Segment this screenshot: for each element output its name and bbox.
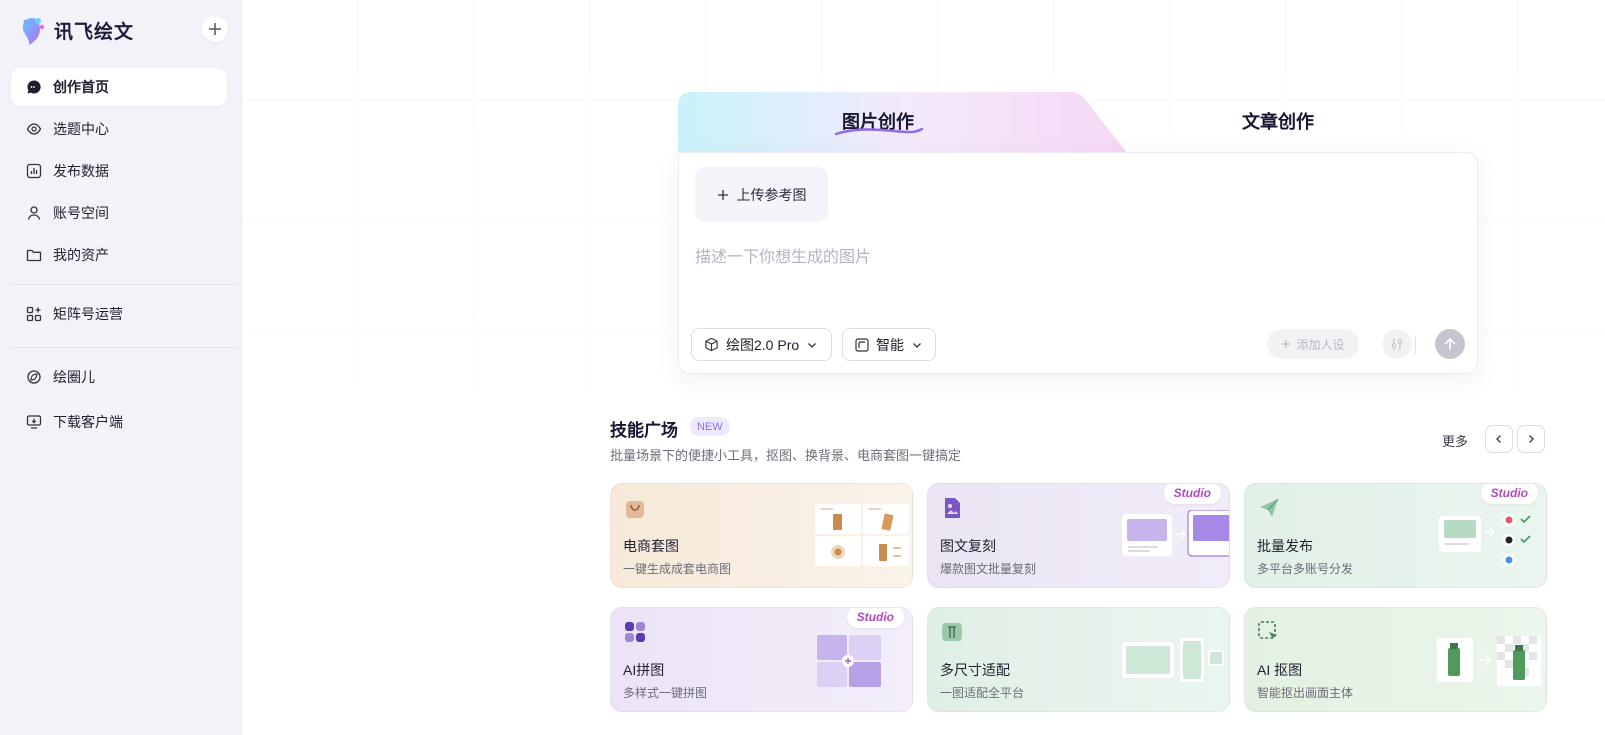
skill-name: AI 抠图 xyxy=(1257,662,1303,678)
ratio-label: 智能 xyxy=(876,336,904,353)
prompt-input[interactable]: 描述一下你想生成的图片 xyxy=(695,243,871,267)
folder-icon xyxy=(26,247,42,263)
chat-bubble-icon xyxy=(26,79,42,95)
skill-name: 批量发布 xyxy=(1257,538,1313,554)
skill-card-collage[interactable]: AI拼图 多样式一键拼图 Studio xyxy=(610,607,913,712)
skill-name: AI拼图 xyxy=(623,662,665,678)
model-label: 绘图2.0 Pro xyxy=(726,336,800,353)
ratio-select[interactable]: 智能 xyxy=(842,328,936,361)
sidebar-item-circle[interactable]: 绘圈儿 xyxy=(11,358,227,396)
sidebar-item-topics[interactable]: 选题中心 xyxy=(11,110,227,148)
skill-card-cutout[interactable]: AI 抠图 智能抠出画面主体 xyxy=(1244,607,1547,712)
sidebar-item-label: 绘圈儿 xyxy=(53,369,95,385)
sidebar-item-matrix[interactable]: 矩阵号运营 xyxy=(11,295,227,333)
bar-chart-icon xyxy=(26,163,42,179)
leaf-circle-icon xyxy=(26,369,42,385)
studio-badge: Studio xyxy=(846,608,904,628)
sidebar-item-home[interactable]: 创作首页 xyxy=(11,68,227,106)
skill-desc: 一图适配全平台 xyxy=(940,686,1025,700)
skill-desc: 智能抠出画面主体 xyxy=(1257,686,1354,700)
upload-reference-label: 上传参考图 xyxy=(736,186,807,203)
new-badge: NEW xyxy=(690,417,730,436)
sidebar-item-label: 创作首页 xyxy=(53,79,109,95)
send-button[interactable] xyxy=(1435,329,1465,359)
tab-underline-decoration xyxy=(834,127,924,136)
chevron-down-icon xyxy=(808,342,817,348)
studio-badge: Studio xyxy=(1480,484,1538,504)
paper-plane-icon xyxy=(1260,498,1279,517)
sidebar-divider xyxy=(11,347,237,348)
skill-card-ecommerce[interactable]: 电商套图 一键生成成套电商图 xyxy=(610,483,913,588)
sidebar-item-assets[interactable]: 我的资产 xyxy=(11,236,227,274)
eye-icon xyxy=(26,121,42,137)
prompt-card: 上传参考图 描述一下你想生成的图片 绘图2.0 Pro 智能 添加人设 xyxy=(678,152,1478,374)
skill-name: 多尺寸适配 xyxy=(940,662,1010,678)
plus-icon xyxy=(209,23,221,35)
add-persona-button[interactable]: 添加人设 xyxy=(1267,329,1359,359)
arrow-up-icon xyxy=(1444,337,1456,350)
sidebar-item-label: 账号空间 xyxy=(53,205,109,221)
ecommerce-illustration xyxy=(815,504,909,566)
sidebar-item-publish-data[interactable]: 发布数据 xyxy=(11,152,227,190)
sidebar-item-label: 下载客户端 xyxy=(53,414,123,430)
plus-icon xyxy=(1282,340,1291,348)
skills-title: 技能广场 xyxy=(610,421,678,440)
batch-publish-illustration xyxy=(1439,514,1531,566)
sidebar-item-label: 矩阵号运营 xyxy=(53,306,123,322)
brand-logo[interactable]: 讯飞绘文 xyxy=(18,12,134,48)
prev-button[interactable] xyxy=(1485,425,1513,453)
document-image-icon xyxy=(945,498,960,518)
aspect-ratio-icon xyxy=(855,337,869,352)
chevron-right-icon xyxy=(1529,435,1534,443)
cursor-select-icon xyxy=(1258,621,1277,639)
new-creation-button[interactable] xyxy=(202,16,228,42)
cube-icon xyxy=(705,337,718,352)
grid-plus-icon xyxy=(26,306,42,322)
settings-button[interactable] xyxy=(1382,329,1412,359)
sidebar: 讯飞绘文 创作首页 选题中心 发布数据 账号空间 我的资产 矩阵号运营 绘圈儿 … xyxy=(0,0,242,735)
sidebar-item-label: 发布数据 xyxy=(53,163,109,179)
studio-badge: Studio xyxy=(1163,484,1221,504)
skill-desc: 一键生成成套电商图 xyxy=(623,562,732,576)
add-persona-label: 添加人设 xyxy=(1296,337,1345,352)
model-select[interactable]: 绘图2.0 Pro xyxy=(691,328,832,361)
sliders-icon xyxy=(1392,338,1402,350)
skill-card-resize[interactable]: 多尺寸适配 一图适配全平台 xyxy=(927,607,1230,712)
skill-name: 图文复刻 xyxy=(940,538,996,554)
skills-subtitle: 批量场景下的便捷小工具，抠图、换背景、电商套图一键搞定 xyxy=(610,448,962,463)
brand-name: 讯飞绘文 xyxy=(54,21,135,43)
replicate-illustration xyxy=(1122,510,1229,557)
grid-dots-icon xyxy=(625,622,645,642)
logo-icon xyxy=(22,18,45,45)
shopping-bag-icon xyxy=(626,501,644,518)
user-icon xyxy=(26,205,42,221)
monitor-download-icon xyxy=(26,414,42,430)
cutout-illustration xyxy=(1437,636,1541,686)
sidebar-item-label: 我的资产 xyxy=(53,247,109,263)
skill-desc: 多平台多账号分发 xyxy=(1257,562,1354,576)
more-link[interactable]: 更多 xyxy=(1442,431,1468,450)
sidebar-item-account[interactable]: 账号空间 xyxy=(11,194,227,232)
creation-tabs: 图片创作 文章创作 xyxy=(678,92,1478,154)
sidebar-item-download[interactable]: 下载客户端 xyxy=(11,403,227,441)
collage-illustration xyxy=(817,635,881,687)
skill-desc: 多样式一键拼图 xyxy=(623,686,708,700)
skill-card-replicate[interactable]: 图文复刻 爆款图文批量复刻 Studio xyxy=(927,483,1230,588)
skill-desc: 爆款图文批量复刻 xyxy=(940,562,1037,576)
chevron-left-icon xyxy=(1496,435,1501,443)
skill-card-batch-publish[interactable]: 批量发布 多平台多账号分发 Studio xyxy=(1244,483,1547,588)
resize-illustration xyxy=(1122,638,1224,682)
skill-name: 电商套图 xyxy=(623,538,679,554)
plus-icon xyxy=(717,189,728,200)
chevron-down-icon xyxy=(913,342,921,348)
resize-frame-icon xyxy=(942,623,962,641)
upload-reference-button[interactable]: 上传参考图 xyxy=(695,167,828,222)
sidebar-item-label: 选题中心 xyxy=(53,121,109,137)
next-button[interactable] xyxy=(1517,425,1545,453)
tab-article-creation[interactable]: 文章创作 xyxy=(1242,108,1314,134)
toolbar-separator xyxy=(1415,336,1416,354)
sidebar-divider xyxy=(11,284,237,285)
